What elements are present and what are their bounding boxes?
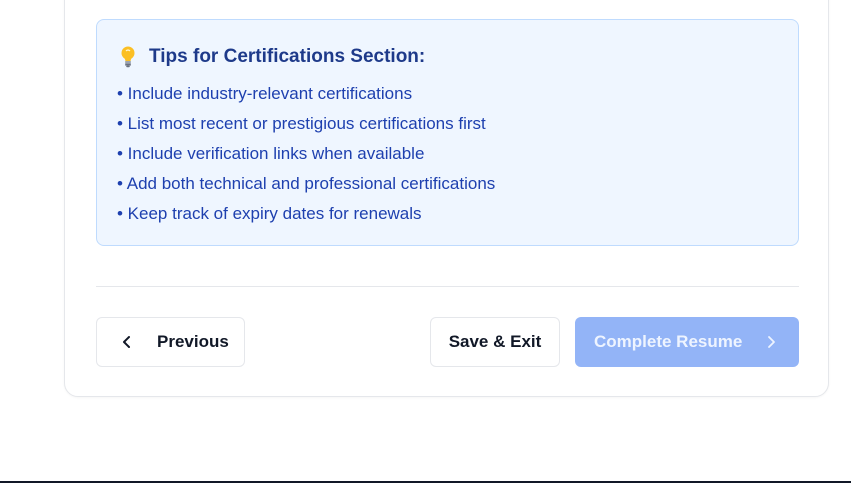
complete-resume-button-label: Complete Resume [594,332,743,351]
save-exit-button-label: Save & Exit [448,332,542,351]
tips-title: Tips for Certifications Section: [149,46,426,67]
tip-item: • Include verification links when availa… [117,144,425,163]
tip-item: • List most recent or prestigious certif… [117,114,486,133]
tips-list: • Include industry-relevant certificatio… [117,79,798,229]
tip-item: • Add both technical and professional ce… [117,174,496,193]
chevron-right-icon [768,336,776,348]
save-exit-button[interactable]: Save & Exit [430,317,560,367]
tip-item: • Keep track of expiry dates for renewal… [117,204,422,223]
previous-button[interactable]: Previous [96,317,245,367]
lightbulb-icon [121,46,135,68]
complete-resume-button[interactable]: Complete Resume [575,317,799,367]
tips-panel: Tips for Certifications Section: • Inclu… [96,19,799,246]
tips-header: Tips for Certifications Section: [117,42,798,72]
chevron-left-icon [123,336,130,348]
divider [96,286,799,287]
tip-item: • Include industry-relevant certificatio… [117,84,413,103]
previous-button-label: Previous [157,332,229,351]
form-card: Tips for Certifications Section: • Inclu… [64,0,829,397]
